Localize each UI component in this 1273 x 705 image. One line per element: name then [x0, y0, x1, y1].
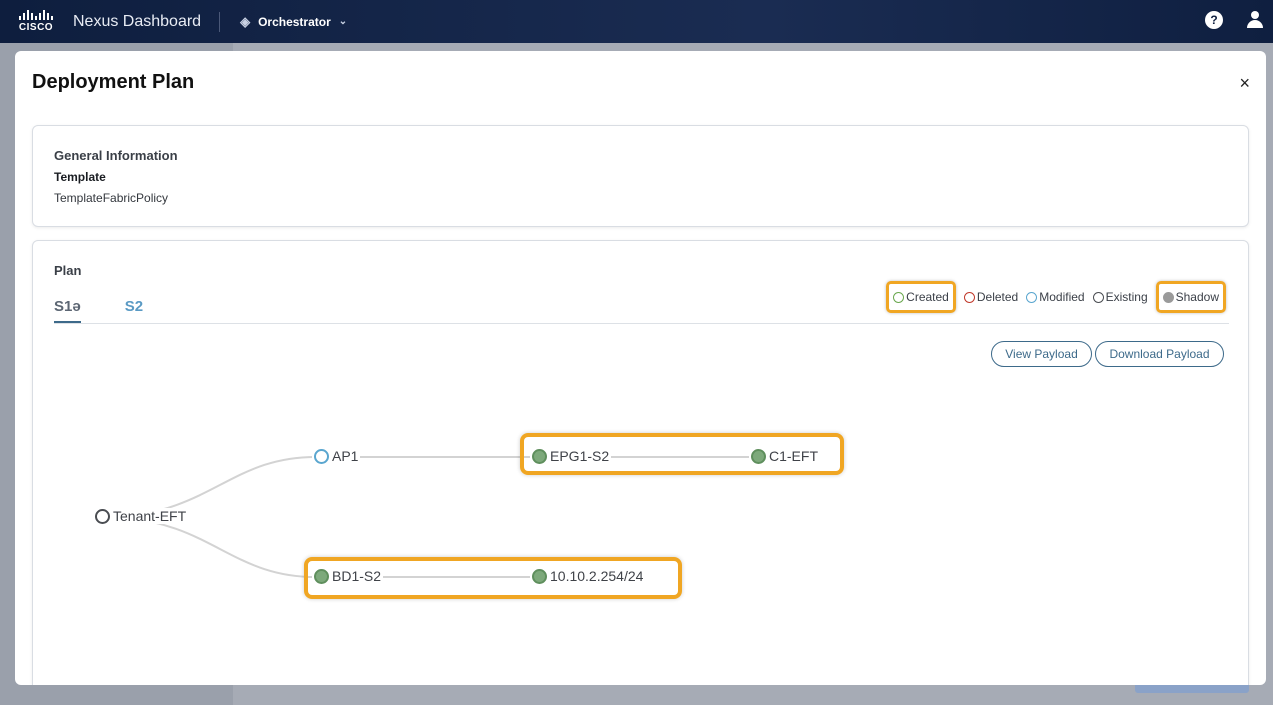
- subnet-label: 10.10.2.254/24: [550, 568, 644, 584]
- modified-circle-icon: [1026, 291, 1038, 303]
- legend-created-label: Created: [906, 290, 949, 304]
- shadow-circle-icon: [1162, 291, 1174, 303]
- general-information-heading: General Information: [54, 148, 178, 163]
- download-payload-button[interactable]: Download Payload: [1095, 341, 1224, 367]
- help-icon[interactable]: ?: [1205, 11, 1223, 29]
- tree-node-bd[interactable]: BD1-S2: [312, 568, 384, 584]
- plan-heading: Plan: [54, 263, 82, 278]
- legend-deleted-label: Deleted: [976, 290, 1019, 304]
- tab-s2[interactable]: S2: [125, 298, 143, 324]
- cisco-logo-text: CISCO: [18, 22, 54, 33]
- modified-node-icon: [314, 448, 329, 464]
- shadow-node-icon: [532, 568, 547, 584]
- legend-created: Created: [886, 281, 956, 313]
- legend-shadow: Shadow: [1155, 281, 1226, 313]
- tab-divider: [54, 323, 1229, 324]
- view-payload-button[interactable]: View Payload: [991, 341, 1092, 367]
- shadow-node-icon: [751, 448, 766, 464]
- tree-node-subnet[interactable]: 10.10.2.254/24: [530, 568, 646, 584]
- legend-modified-label: Modified: [1039, 290, 1085, 304]
- app-switcher-label: Orchestrator: [258, 14, 331, 29]
- bd-label: BD1-S2: [332, 568, 382, 584]
- product-name: Nexus Dashboard: [73, 12, 202, 30]
- shadow-node-icon: [314, 568, 329, 584]
- ap-label: AP1: [332, 448, 359, 464]
- created-circle-icon: [893, 291, 905, 303]
- template-label: Template: [54, 170, 106, 184]
- navbar-divider: [219, 11, 221, 32]
- cisco-logo[interactable]: CISCO: [17, 10, 55, 33]
- legend-existing: Existing: [1092, 290, 1148, 304]
- general-information-card: General Information Template TemplateFab…: [32, 125, 1249, 227]
- existing-circle-icon: [1092, 291, 1104, 303]
- tree-node-tenant[interactable]: Tenant-EFT: [93, 508, 189, 524]
- modal-title: Deployment Plan: [32, 71, 195, 93]
- epg-label: EPG1-S2: [550, 448, 610, 464]
- chevron-down-icon: ⌄: [338, 16, 348, 27]
- close-icon[interactable]: ×: [1239, 73, 1250, 94]
- legend-deleted: Deleted: [963, 290, 1019, 304]
- tree-node-contract[interactable]: C1-EFT: [749, 448, 820, 464]
- cisco-logo-bars-icon: [19, 10, 53, 20]
- top-navbar: CISCO Nexus Dashboard ◈ Orchestrator ⌄ ?: [0, 0, 1273, 43]
- deployment-plan-modal: Deployment Plan × General Information Te…: [15, 51, 1266, 685]
- contract-label: C1-EFT: [769, 448, 818, 464]
- tab-s1[interactable]: S1ə: [54, 298, 81, 324]
- existing-node-icon: [95, 508, 110, 524]
- tree-node-ap[interactable]: AP1: [312, 448, 361, 464]
- template-value: TemplateFabricPolicy: [54, 191, 169, 205]
- app-switcher[interactable]: ◈ Orchestrator ⌄: [240, 14, 347, 30]
- user-icon[interactable]: [1247, 11, 1263, 29]
- legend-modified: Modified: [1026, 290, 1085, 304]
- tenant-label: Tenant-EFT: [113, 508, 187, 524]
- legend-existing-label: Existing: [1105, 290, 1148, 304]
- legend-shadow-label: Shadow: [1175, 290, 1219, 304]
- shadow-node-icon: [532, 448, 547, 464]
- tree-node-epg[interactable]: EPG1-S2: [530, 448, 612, 464]
- deleted-circle-icon: [963, 291, 975, 303]
- status-legend: Created Deleted Modified Existing Shadow: [886, 281, 1226, 313]
- plan-card: Plan S1ə S2 Created Deleted Modified Exi…: [32, 240, 1249, 685]
- deployment-tree: Tenant-EFT AP1 EPG1-S2 C1-EFT BD1-S2 10.…: [33, 411, 1250, 641]
- site-tabs: S1ə S2: [54, 298, 143, 324]
- orchestrator-icon: ◈: [240, 13, 251, 29]
